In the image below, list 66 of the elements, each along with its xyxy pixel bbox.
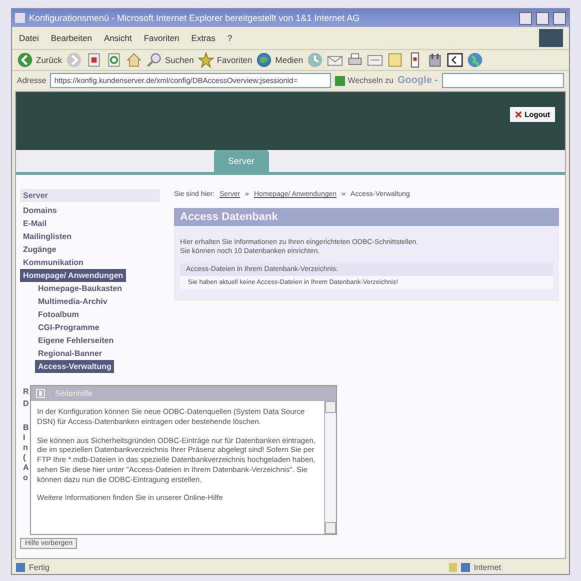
status-text: Fertig: [29, 562, 50, 572]
maximize-button[interactable]: [536, 12, 549, 24]
menu-item[interactable]: Extras: [190, 32, 216, 44]
close-icon: [514, 111, 522, 118]
favorites-icon: [198, 52, 214, 68]
scrollbar[interactable]: [324, 401, 336, 534]
panel-title: Access Datenbank: [174, 208, 559, 226]
back-icon: [17, 52, 33, 68]
sidebar-subitem[interactable]: Fotoalbum: [35, 308, 82, 321]
covered-text: (: [22, 453, 26, 463]
sidebar-item[interactable]: Zugänge: [20, 243, 60, 256]
toolbar-button[interactable]: Zurück: [17, 52, 62, 68]
covered-text: B: [22, 423, 29, 433]
sidebar-item[interactable]: Mailinglisten: [20, 230, 74, 243]
sidebar-subitem[interactable]: Regional-Banner: [35, 347, 106, 360]
toolbar-button[interactable]: Favoriten: [198, 52, 252, 68]
menu-item[interactable]: Favoriten: [142, 32, 180, 44]
search-icon: [146, 52, 162, 68]
window-icon: [447, 52, 464, 68]
history-icon: [307, 52, 324, 68]
sidebar-item[interactable]: Domains: [20, 204, 60, 217]
close-button[interactable]: [553, 12, 566, 24]
search-field[interactable]: [442, 73, 564, 88]
sidebar-item[interactable]: E-Mail: [20, 217, 50, 230]
sidebar-subitem[interactable]: CGI-Programme: [35, 321, 102, 334]
address-label: Adresse: [17, 76, 46, 85]
toolbar-button[interactable]: Medien: [256, 52, 304, 68]
menu-item[interactable]: Datei: [18, 32, 40, 44]
media-icon: [256, 52, 272, 68]
home-icon: [126, 52, 142, 68]
toolbar-button[interactable]: [447, 52, 464, 68]
sidebar-item[interactable]: Kommunikation: [20, 256, 86, 269]
lock-icon: [448, 562, 457, 572]
sidebar-subitem[interactable]: Homepage-Baukasten: [35, 282, 126, 295]
page-icon: [16, 562, 25, 572]
covered-text: I: [22, 433, 26, 443]
sidebar-item[interactable]: Homepage/ Anwendungen: [20, 269, 126, 282]
forward-icon: [66, 52, 82, 68]
edit-icon: [367, 52, 384, 68]
globe-icon: [467, 52, 484, 68]
menu-item[interactable]: Ansicht: [102, 32, 133, 44]
window-title: Konfigurationsmenü - Microsoft Internet Explorer bereitgestellt von 1&1 Internet AG: [29, 13, 361, 23]
help-icon: [36, 389, 45, 398]
sidebar-subitem[interactable]: Multimedia-Archiv: [35, 295, 110, 308]
print-icon: [347, 52, 364, 68]
sidebar-subitem[interactable]: Access-Verwaltung: [35, 360, 114, 373]
menu-item[interactable]: Bearbeiten: [50, 32, 93, 44]
covered-text: n: [22, 443, 28, 453]
minimize-button[interactable]: [519, 12, 532, 24]
covered-text: A: [22, 463, 29, 473]
refresh-icon: [106, 52, 122, 68]
toolbar-button[interactable]: Suchen: [146, 52, 194, 68]
note-icon: [387, 52, 404, 68]
logo-icon: [539, 29, 563, 47]
zone-text: Internet: [474, 562, 501, 572]
covered-text: o: [22, 473, 28, 483]
covered-text: R: [22, 387, 29, 397]
covered-text: D: [22, 399, 29, 409]
sidebar-subitem[interactable]: Eigene Fehlerseiten: [35, 334, 117, 347]
browser-icon: [15, 13, 25, 23]
globe-icon: [460, 562, 470, 572]
help-title: Seitenhilfe: [55, 389, 92, 398]
menu-item[interactable]: ?: [226, 32, 234, 44]
stop-icon: [86, 52, 102, 68]
sidebar-title: Server: [20, 189, 160, 202]
go-button[interactable]: Wechseln zu: [334, 76, 394, 86]
